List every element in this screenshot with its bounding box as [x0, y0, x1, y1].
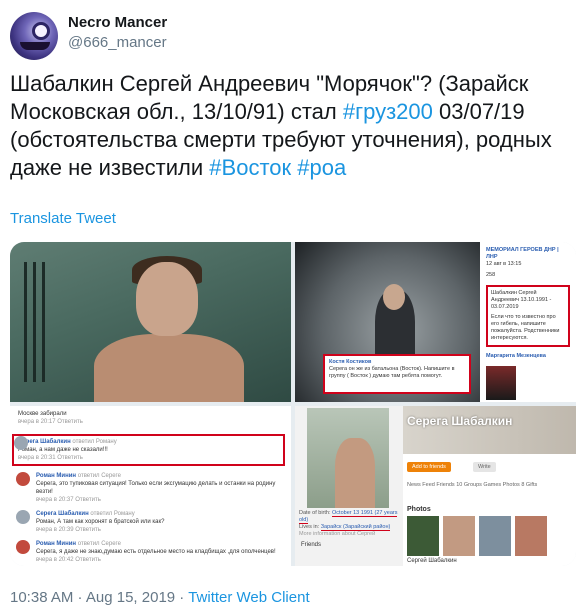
avatar	[14, 436, 28, 450]
avatar-eye	[32, 22, 50, 40]
group-date: 12 авг в 13:15	[486, 261, 522, 267]
profile-name: Серега Шабалкин	[407, 414, 513, 428]
comment-text: Москве забирали	[18, 411, 67, 417]
more-info-link: More information about Сергей	[299, 531, 376, 537]
comment-meta: вчера в 20:39 Ответить	[36, 527, 101, 533]
comment-meta: вчера в 20:17 Ответить	[18, 419, 83, 425]
comment-meta: вчера в 20:31 Ответить	[18, 455, 83, 461]
comment-meta: вчера в 20:37 Ответить	[36, 497, 101, 503]
author-avatar[interactable]	[10, 12, 58, 60]
comment-author: Роман Минин	[36, 473, 77, 479]
info-value-lives: Зарайск (Зарайский район)	[320, 524, 391, 531]
profile-info: Date of birth: October 13 1991 (27 years…	[299, 510, 403, 538]
media-photo-3[interactable]: Москве забирали вчера в 20:17 Ответить С…	[10, 406, 291, 566]
comment-text: Серега, я даже не знаю,думаю есть отдель…	[36, 549, 276, 555]
list-item: Серега Шабалкин ответил Роману Роман, А …	[16, 510, 285, 534]
comment-reply: ответил Роману	[72, 439, 117, 445]
post-note: Если что то известно про его гибель, нап…	[491, 314, 560, 341]
group-name: МЕМОРИАЛ ГЕРОЕВ ДНР | ЛНР	[486, 247, 559, 260]
photo-face	[383, 284, 405, 310]
add-friend-button: Add to friends	[407, 462, 451, 472]
profile-photo-thumb	[443, 516, 475, 556]
vk-post-panel: МЕМОРИАЛ ГЕРОЕВ ДНР | ЛНР 12 авг в 13:15…	[480, 242, 576, 402]
profile-left-column: Date of birth: October 13 1991 (27 years…	[295, 406, 403, 566]
commenter-name: Маргарита Мезенцева	[486, 353, 546, 359]
avatar	[16, 510, 30, 524]
author-name[interactable]: Necro Mancer	[68, 14, 167, 31]
tweet-header: Necro Mancer @666_mancer	[10, 12, 576, 60]
list-item: Москве забирали вчера в 20:17 Ответить	[16, 410, 285, 426]
footer-separator: ·	[175, 589, 189, 606]
list-item: Роман Минин ответил Сереге Серега, это т…	[16, 472, 285, 504]
media-photo-1[interactable]	[10, 242, 291, 402]
avatar	[16, 472, 30, 486]
profile-photo-thumb	[515, 516, 547, 556]
tweet-client-link[interactable]: Twitter Web Client	[188, 589, 309, 606]
person-body	[94, 334, 244, 402]
write-button: Write	[473, 462, 496, 472]
profile-bottom-name: Сергей Шабалкин	[407, 558, 457, 564]
info-label-birth: Date of birth:	[299, 510, 331, 516]
friends-label: Friends	[301, 542, 322, 548]
comment-reply: ответил Сереге	[77, 541, 121, 547]
hashtag-vostok[interactable]: #Восток	[209, 155, 291, 180]
author-handle[interactable]: @666_mancer	[68, 34, 167, 51]
comment-author: Серега Шабалкин	[36, 511, 89, 517]
tweet-footer: 10:38 AM · Aug 15, 2019 · Twitter Web Cl…	[10, 589, 310, 606]
person-head	[136, 262, 198, 336]
highlighted-comment: Серега Шабалкин ответил Роману Роман, а …	[12, 434, 285, 466]
window-bars	[24, 262, 50, 382]
highlighted-post: Шабалкин Сергей Андреевич 13.10.1991 - 0…	[486, 285, 570, 347]
comment-reply: ответил Сереге	[77, 473, 121, 479]
media-photo-2[interactable]: Костя Костиков Серега он же из батальона…	[295, 242, 576, 402]
avatar-mouth	[20, 42, 50, 50]
tweet-text: Шабалкин Сергей Андреевич "Морячок"? (За…	[10, 70, 570, 182]
comment-author: Роман Минин	[36, 541, 77, 547]
comment-text: Серега он же из батальона (Восток). Напи…	[329, 366, 455, 379]
likes-count: 258	[486, 272, 496, 278]
post-title: Шабалкин Сергей Андреевич 13.10.1991 - 0…	[491, 290, 552, 310]
list-item: Роман Минин ответил Сереге Серега, я даж…	[16, 540, 285, 564]
media-grid: Костя Костиков Серега он же из батальона…	[10, 242, 576, 566]
comment-author: Костя Костиков	[329, 359, 372, 365]
media-photo-4[interactable]: Date of birth: October 13 1991 (27 years…	[295, 406, 576, 566]
profile-photo-thumb	[479, 516, 511, 556]
highlighted-comment: Костя Костиков Серега он же из батальона…	[323, 354, 471, 394]
comment-text: Серега, это тупиковая ситуация! Только е…	[36, 481, 276, 495]
comment-reply: ответил Роману	[90, 511, 135, 517]
hashtag-roa[interactable]: #роа	[297, 155, 346, 180]
post-thumbnail	[486, 366, 516, 400]
translate-tweet-link[interactable]: Translate Tweet	[10, 210, 116, 227]
tweet-timestamp[interactable]: 10:38 AM · Aug 15, 2019	[10, 589, 175, 606]
profile-photo-person	[335, 438, 375, 508]
comment-text: Роман, А там как хоронят в братской или …	[36, 519, 165, 525]
profile-tabs: News Feed Friends 10 Groups Games Photos…	[407, 482, 538, 488]
profile-photo-thumb	[407, 516, 439, 556]
profile-photo	[307, 408, 389, 508]
photos-label: Photos	[407, 506, 431, 513]
comment-meta: вчера в 20:42 Ответить	[36, 557, 101, 563]
info-label-lives: Lives in:	[299, 524, 320, 530]
hashtag-gruz200[interactable]: #груз200	[343, 99, 433, 124]
avatar	[16, 540, 30, 554]
comment-text: Роман, а нам даже не сказали!!!	[18, 447, 108, 453]
